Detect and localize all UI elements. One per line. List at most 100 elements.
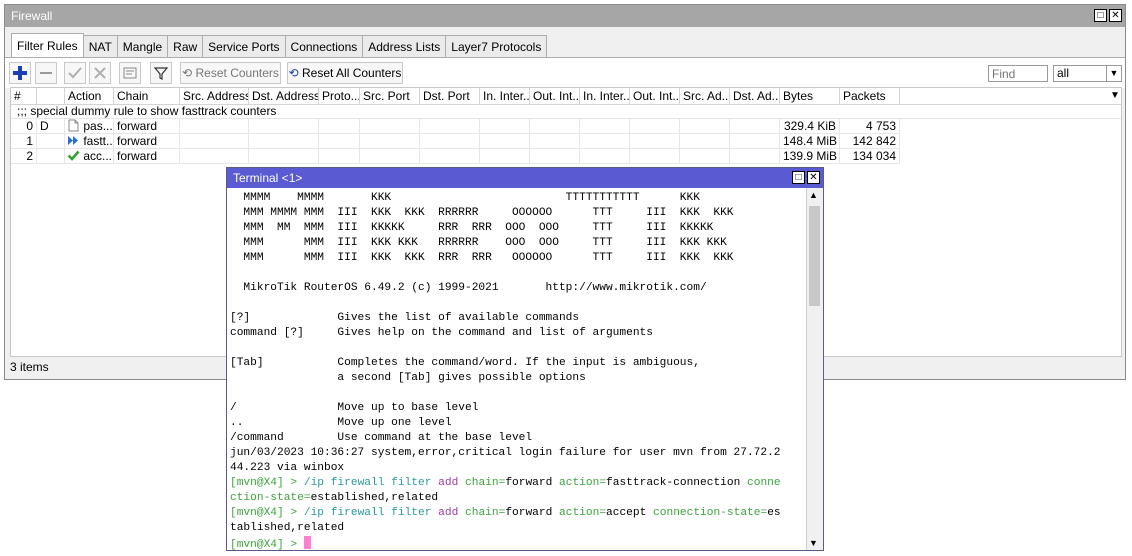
column-header[interactable]: # bbox=[11, 88, 37, 104]
close-icon[interactable]: ✕ bbox=[807, 171, 820, 184]
column-header[interactable]: Src. Address bbox=[180, 88, 249, 104]
filter-select[interactable]: all ▼ bbox=[1053, 65, 1122, 82]
rule-flag: D bbox=[37, 119, 65, 134]
empty-cell bbox=[730, 149, 780, 164]
column-header[interactable]: Out. Int... bbox=[530, 88, 580, 104]
terminal-window[interactable]: Terminal <1> □ ✕ MMMM MMMM KKK TTTTTTTTT… bbox=[226, 167, 824, 551]
fasttrack-icon bbox=[68, 136, 78, 145]
window-titlebar[interactable]: Firewall □ ✕ bbox=[5, 5, 1125, 27]
param-value: forward bbox=[505, 507, 553, 519]
reset-counters-button[interactable]: ⟲ Reset Counters bbox=[180, 62, 281, 84]
enable-button[interactable] bbox=[64, 62, 86, 84]
comment-button[interactable] bbox=[119, 62, 141, 84]
scroll-down-icon[interactable]: ▼ bbox=[809, 538, 818, 548]
column-header[interactable]: Src. Ad... bbox=[680, 88, 730, 104]
terminal-line: MMM MMM III KKK KKK RRR RRR OOOOOO TTT I… bbox=[230, 252, 734, 264]
rule-action: fastt... bbox=[65, 134, 114, 149]
column-header[interactable]: Dst. Port bbox=[420, 88, 480, 104]
empty-cell bbox=[580, 134, 630, 149]
param-key: chain= bbox=[465, 507, 506, 519]
rule-bytes: 329.4 KiB bbox=[780, 119, 840, 134]
terminal-scrollbar[interactable]: ▲ ▼ bbox=[806, 188, 823, 550]
chevron-down-icon: ▼ bbox=[1106, 66, 1121, 81]
empty-cell bbox=[480, 119, 530, 134]
filter-button[interactable] bbox=[150, 62, 172, 84]
terminal-titlebar[interactable]: Terminal <1> □ ✕ bbox=[227, 168, 823, 188]
param-value: forward bbox=[505, 477, 553, 489]
terminal-line: / Move up to base level bbox=[230, 402, 479, 414]
maximize-icon[interactable]: □ bbox=[1094, 9, 1107, 22]
column-header[interactable]: Bytes bbox=[780, 88, 840, 104]
column-header[interactable]: Chain bbox=[114, 88, 180, 104]
param-value: established,related bbox=[310, 492, 439, 504]
table-header: # Action Chain Src. Address Dst. Address… bbox=[11, 88, 1121, 105]
empty-cell bbox=[319, 134, 360, 149]
disable-button[interactable] bbox=[89, 62, 111, 84]
terminal-output[interactable]: MMMM MMMM KKK TTTTTTTTTTT KKK MMM MMMM M… bbox=[227, 188, 807, 553]
table-row[interactable]: 1 fastt... forward 148.4 MiB 142 842 bbox=[11, 134, 1121, 149]
terminal-command-line: tablished,related bbox=[230, 521, 344, 536]
command-verb: add bbox=[438, 477, 459, 489]
rule-action: pas... bbox=[65, 119, 114, 134]
tab-raw[interactable]: Raw bbox=[167, 35, 204, 57]
reset-icon: ⟲ bbox=[182, 66, 193, 80]
column-header[interactable]: Out. Int... bbox=[630, 88, 680, 104]
scroll-thumb[interactable] bbox=[809, 206, 820, 306]
prompt: [mvn@X4] > bbox=[230, 507, 298, 519]
remove-button[interactable] bbox=[35, 62, 57, 84]
table-row[interactable]: 2 acc... forward 139.9 MiB 134 034 bbox=[11, 149, 1121, 164]
column-header[interactable]: In. Inter... bbox=[580, 88, 630, 104]
param-value: accept bbox=[606, 507, 647, 519]
accept-icon bbox=[67, 150, 80, 161]
rule-number: 1 bbox=[11, 134, 37, 149]
rule-chain: forward bbox=[114, 149, 180, 164]
find-input[interactable] bbox=[988, 65, 1048, 82]
tab-layer7-protocols[interactable]: Layer7 Protocols bbox=[445, 35, 548, 57]
empty-cell bbox=[480, 134, 530, 149]
column-header[interactable]: Action bbox=[65, 88, 114, 104]
column-header[interactable]: Packets bbox=[840, 88, 900, 104]
tab-service-ports[interactable]: Service Ports bbox=[202, 35, 286, 57]
table-row[interactable]: 0 D pas... forward 329.4 KiB 4 753 bbox=[11, 119, 1121, 134]
column-header[interactable]: In. Inter... bbox=[480, 88, 530, 104]
empty-cell bbox=[180, 119, 249, 134]
command-path: /ip firewall filter bbox=[303, 507, 432, 519]
chevron-down-icon[interactable]: ▼ bbox=[1107, 88, 1121, 104]
add-button[interactable] bbox=[9, 62, 31, 84]
check-icon bbox=[68, 67, 82, 79]
scroll-up-icon[interactable]: ▲ bbox=[809, 190, 818, 200]
rule-flag bbox=[37, 149, 65, 164]
tab-filter-rules[interactable]: Filter Rules bbox=[11, 33, 84, 58]
terminal-command-line: [mvn@X4] > /ip firewall filter add chain… bbox=[230, 506, 781, 521]
empty-cell bbox=[420, 119, 480, 134]
reset-icon: ⟲ bbox=[288, 66, 299, 80]
tab-nat[interactable]: NAT bbox=[82, 35, 118, 57]
param-value: tablished,related bbox=[230, 522, 345, 534]
comment-row[interactable]: ;;; special dummy rule to show fasttrack… bbox=[11, 104, 1121, 119]
terminal-line: MMM MM MMM III KKKKK RRR RRR OOO OOO TTT… bbox=[230, 222, 714, 234]
prompt: [mvn@X4] > bbox=[230, 477, 298, 489]
column-header[interactable]: Proto... bbox=[319, 88, 360, 104]
close-icon[interactable]: ✕ bbox=[1109, 9, 1122, 22]
rule-action: acc... bbox=[65, 149, 114, 164]
column-header-flags[interactable] bbox=[37, 88, 65, 104]
terminal-line: 44.223 via winbox bbox=[230, 462, 345, 474]
reset-all-counters-button[interactable]: ⟲ Reset All Counters bbox=[287, 62, 403, 84]
tab-mangle[interactable]: Mangle bbox=[116, 35, 169, 57]
empty-cell bbox=[680, 149, 730, 164]
empty-cell bbox=[630, 149, 680, 164]
column-header[interactable]: Dst. Ad... bbox=[730, 88, 780, 104]
minus-icon bbox=[40, 72, 52, 74]
tab-connections[interactable]: Connections bbox=[284, 35, 364, 57]
column-header[interactable]: Dst. Address bbox=[249, 88, 319, 104]
empty-cell bbox=[530, 134, 580, 149]
maximize-icon[interactable]: □ bbox=[792, 171, 805, 184]
column-header[interactable]: Src. Port bbox=[360, 88, 420, 104]
terminal-line: MMMM MMMM KKK TTTTTTTTTTT KKK bbox=[230, 192, 700, 204]
tab-address-lists[interactable]: Address Lists bbox=[362, 35, 447, 57]
empty-cell bbox=[180, 149, 249, 164]
rule-chain: forward bbox=[114, 119, 180, 134]
cursor bbox=[303, 536, 311, 549]
terminal-input-line[interactable]: [mvn@X4] > bbox=[230, 536, 311, 553]
tab-bar: Filter Rules NAT Mangle Raw Service Ports Con… bbox=[11, 32, 548, 58]
